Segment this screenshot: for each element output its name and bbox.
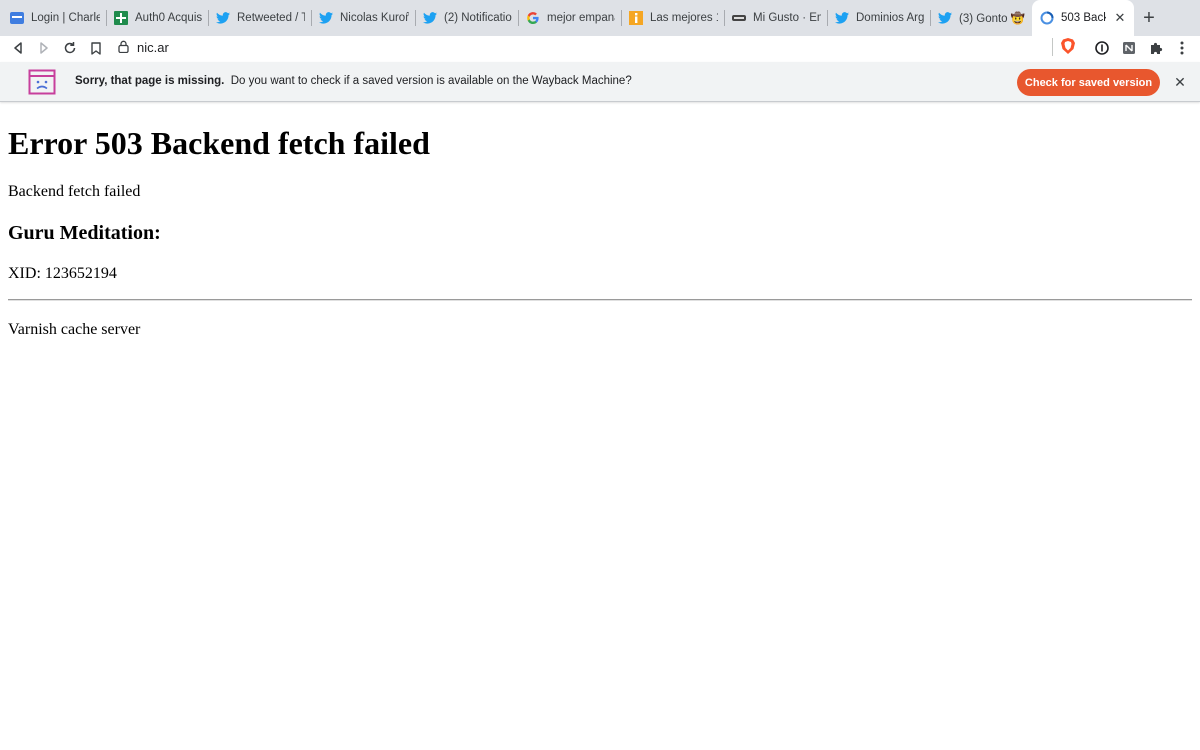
onepassword-icon[interactable] bbox=[1092, 38, 1112, 58]
close-infobar-icon[interactable]: ✕ bbox=[1172, 74, 1188, 90]
twitter-icon bbox=[319, 11, 333, 25]
reload-icon[interactable] bbox=[60, 38, 80, 58]
tab-mejor-empanadas[interactable]: mejor empanad bbox=[518, 0, 621, 36]
close-tab-icon[interactable]: ✕ bbox=[1112, 10, 1128, 26]
wayback-message: Sorry, that page is missing. Do you want… bbox=[75, 75, 632, 87]
tab-dominios-argentina[interactable]: Dominios Argen bbox=[827, 0, 930, 36]
guru-meditation-heading: Guru Meditation: bbox=[8, 222, 161, 244]
tab-charles-login[interactable]: Login | Charles bbox=[2, 0, 106, 36]
omnibox-divider bbox=[1052, 38, 1053, 56]
wayback-infobar: Sorry, that page is missing. Do you want… bbox=[0, 62, 1200, 102]
tab-mi-gusto[interactable]: Mi Gusto · Emp bbox=[724, 0, 827, 36]
twitter-icon bbox=[423, 11, 437, 25]
back-icon[interactable] bbox=[8, 38, 28, 58]
page-content: Error 503 Backend fetch failed Backend f… bbox=[8, 103, 1192, 339]
extensions-puzzle-icon[interactable] bbox=[1146, 38, 1166, 58]
tab-gonto[interactable]: (3) Gonto 🤠 o bbox=[930, 0, 1032, 36]
extension-notion-icon[interactable] bbox=[1119, 38, 1139, 58]
page-title: Error 503 Backend fetch failed bbox=[8, 125, 430, 161]
tab-las-mejores[interactable]: Las mejores 14 bbox=[621, 0, 724, 36]
tab-auth0-acquisition[interactable]: Auth0 Acquisitio bbox=[106, 0, 208, 36]
brave-shields-icon[interactable] bbox=[1060, 37, 1076, 60]
wayback-message-body: Do you want to check if a saved version … bbox=[230, 75, 632, 87]
wayback-message-bold: Sorry, that page is missing. bbox=[75, 75, 225, 87]
xid-text: XID: 123652194 bbox=[8, 265, 117, 282]
google-icon bbox=[526, 11, 540, 25]
migusto-icon bbox=[732, 11, 746, 25]
error-message: Backend fetch failed bbox=[8, 183, 141, 200]
divider bbox=[8, 299, 1192, 301]
tab-nicolas-kurona[interactable]: Nicolas Kuroña bbox=[311, 0, 415, 36]
tab-retweeted[interactable]: Retweeted / Tw bbox=[208, 0, 311, 36]
plus-green-icon bbox=[114, 11, 128, 25]
browser-toolbar: nic.ar bbox=[0, 36, 1200, 60]
menu-dots-icon[interactable] bbox=[1172, 38, 1192, 58]
address-bar[interactable]: nic.ar bbox=[118, 36, 1082, 59]
charles-icon bbox=[10, 11, 24, 25]
check-saved-version-button[interactable]: Check for saved version bbox=[1017, 69, 1160, 96]
tab-strip: Login | Charles Auth0 Acquisitio Retweet… bbox=[0, 0, 1200, 36]
server-footer: Varnish cache server bbox=[8, 321, 141, 338]
tab-503-backend-active[interactable]: 503 Backen ✕ bbox=[1032, 0, 1134, 36]
twitter-icon bbox=[835, 11, 849, 25]
new-tab-button[interactable]: + bbox=[1134, 0, 1164, 36]
lock-icon[interactable] bbox=[118, 40, 129, 56]
twitter-icon bbox=[216, 11, 230, 25]
bookmark-icon[interactable] bbox=[86, 38, 106, 58]
tab-notifications[interactable]: (2) Notification bbox=[415, 0, 518, 36]
info-orange-icon bbox=[629, 11, 643, 25]
twitter-icon bbox=[938, 11, 952, 25]
url-text[interactable]: nic.ar bbox=[137, 40, 169, 55]
loading-icon bbox=[1040, 11, 1054, 25]
forward-icon[interactable] bbox=[34, 38, 54, 58]
wayback-sad-page-icon bbox=[28, 69, 56, 100]
